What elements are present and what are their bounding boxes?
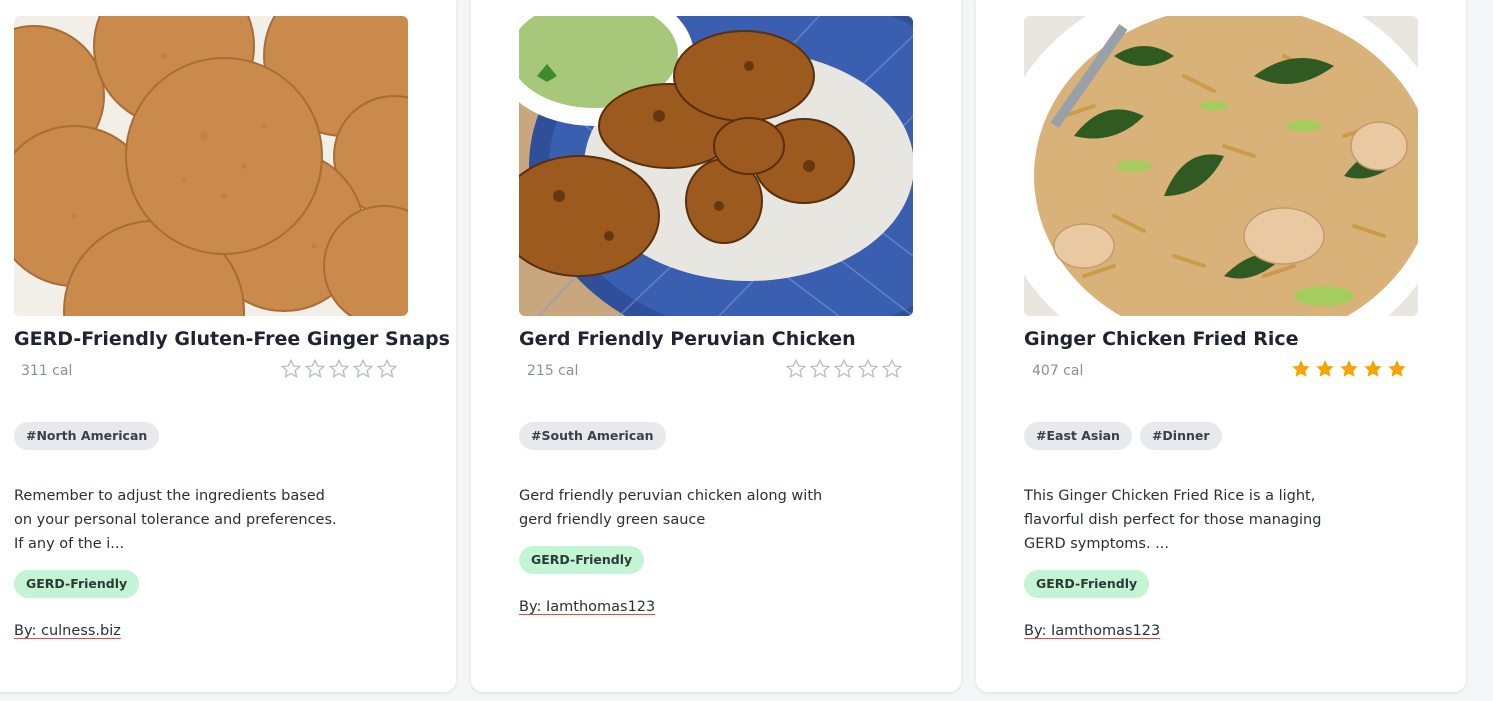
calorie-count: 407 cal [1032,363,1084,379]
star-empty-icon[interactable] [376,358,398,380]
recipe-image[interactable] [14,16,408,316]
recipe-title[interactable]: Gerd Friendly Peruvian Chicken [519,328,856,350]
star-empty-icon[interactable] [857,358,879,380]
recipe-description: This Ginger Chicken Fried Rice is a ligh… [1024,488,1322,552]
gerd-friendly-badge: GERD-Friendly [14,570,140,598]
recipe-card[interactable]: Ginger Chicken Fried Rice 407 cal #East … [976,0,1466,692]
author-link[interactable]: By: culness.biz [14,623,121,639]
recipe-title[interactable]: GERD-Friendly Gluten-Free Ginger Snaps [14,328,450,350]
tag-list: #North American [14,422,160,450]
star-empty-icon[interactable] [280,358,302,380]
star-rating[interactable] [280,358,398,380]
star-filled-icon[interactable] [1338,358,1360,380]
author-link[interactable]: By: Iamthomas123 [1024,623,1160,639]
recipe-description: Gerd friendly peruvian chicken along wit… [519,488,823,528]
star-empty-icon[interactable] [328,358,350,380]
meal-tag[interactable]: #Dinner [1139,422,1222,450]
star-filled-icon[interactable] [1314,358,1336,380]
star-empty-icon[interactable] [352,358,374,380]
gerd-friendly-badge: GERD-Friendly [1024,570,1150,598]
star-filled-icon[interactable] [1362,358,1384,380]
recipe-title[interactable]: Ginger Chicken Fried Rice [1024,328,1299,350]
star-rating[interactable] [785,358,903,380]
author-link[interactable]: By: Iamthomas123 [519,599,655,615]
star-filled-icon[interactable] [1386,358,1408,380]
recipe-card[interactable]: GERD-Friendly Gluten-Free Ginger Snaps 3… [0,0,456,692]
recipe-image[interactable] [1024,16,1418,316]
fried-rice-photo [1024,16,1418,316]
star-empty-icon[interactable] [304,358,326,380]
star-rating[interactable] [1290,358,1408,380]
calorie-count: 311 cal [21,363,73,379]
cookies-photo [14,16,408,316]
recipe-card[interactable]: Gerd Friendly Peruvian Chicken 215 cal #… [471,0,961,692]
star-empty-icon[interactable] [809,358,831,380]
cuisine-tag[interactable]: #East Asian [1024,422,1132,450]
cuisine-tag[interactable]: #North American [14,422,160,450]
tag-list: #South American [519,422,666,450]
star-empty-icon[interactable] [785,358,807,380]
cuisine-tag[interactable]: #South American [519,422,666,450]
recipe-description: Remember to adjust the ingredients based… [14,488,337,552]
star-filled-icon[interactable] [1290,358,1312,380]
tag-list: #East Asian #Dinner [1024,422,1222,450]
star-empty-icon[interactable] [833,358,855,380]
recipe-image[interactable] [519,16,913,316]
calorie-count: 215 cal [527,363,579,379]
gerd-friendly-badge: GERD-Friendly [519,546,645,574]
chicken-photo [519,16,913,316]
star-empty-icon[interactable] [881,358,903,380]
